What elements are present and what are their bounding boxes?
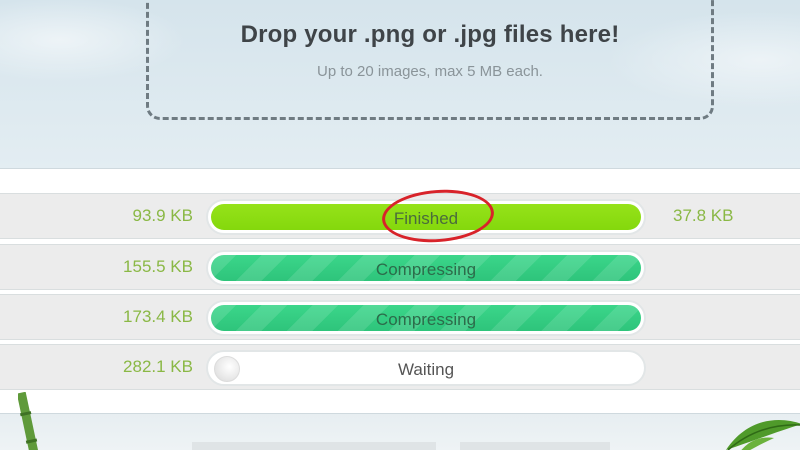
file-row: 282.1 KB Waiting — [0, 344, 800, 390]
file-row: 155.5 KB Compressing — [0, 244, 800, 290]
file-row: 173.4 KB Compressing — [0, 294, 800, 340]
progress-bar: Compressing — [206, 250, 646, 286]
header-background: Drop your .png or .jpg files here! Up to… — [0, 0, 800, 168]
status-label: Waiting — [397, 360, 455, 379]
status-label: Compressing — [375, 310, 477, 329]
footer-background — [0, 414, 800, 450]
status-label: Compressing — [375, 260, 477, 279]
compressed-size: 37.8 KB — [673, 206, 734, 225]
progress-bar: Compressing — [206, 300, 646, 336]
dropzone-subtitle: Up to 20 images, max 5 MB each. — [317, 63, 543, 80]
original-size: 173.4 KB — [123, 307, 193, 326]
download-button-edge[interactable] — [192, 442, 436, 450]
share-button-edge[interactable] — [460, 442, 610, 450]
leaf-icon — [726, 419, 800, 450]
bamboo-icon — [18, 392, 41, 450]
dropzone-title: Drop your .png or .jpg files here! — [240, 21, 620, 48]
file-dropzone[interactable]: Drop your .png or .jpg files here! Up to… — [146, 0, 714, 120]
original-size: 282.1 KB — [123, 357, 193, 376]
progress-bar: Waiting — [206, 350, 646, 386]
original-size: 155.5 KB — [123, 257, 193, 276]
original-size: 93.9 KB — [132, 206, 194, 225]
